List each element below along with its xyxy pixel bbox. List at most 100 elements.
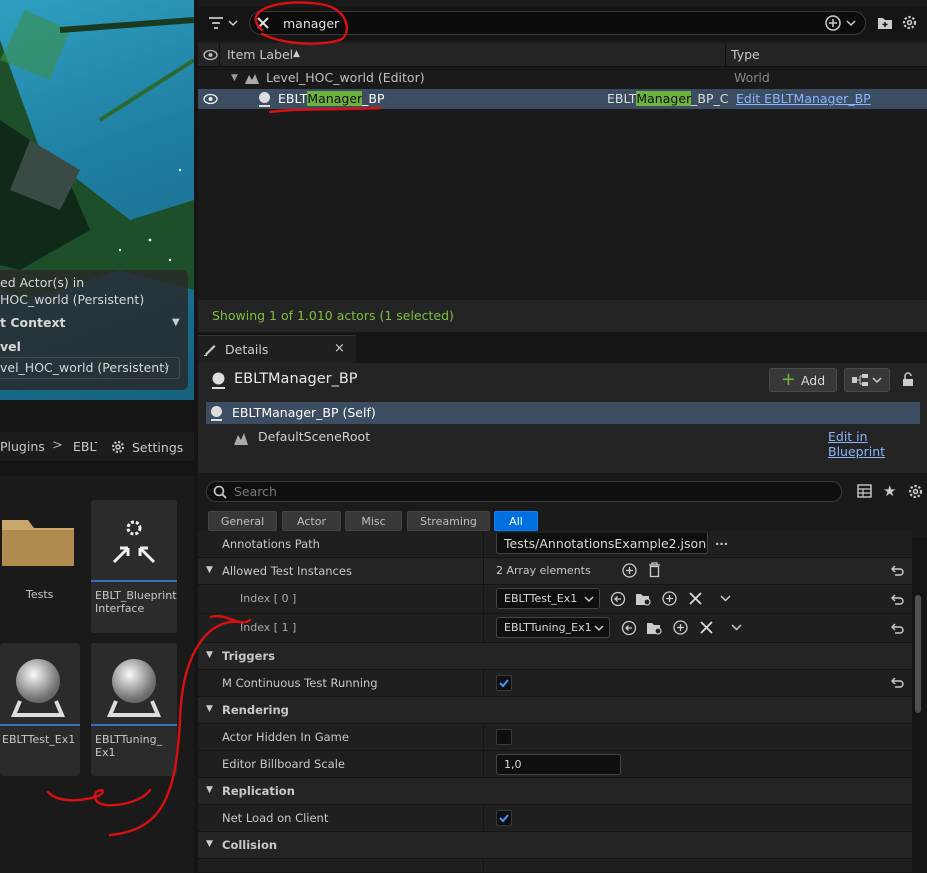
collapse-arrow-icon[interactable]: ▼ <box>206 565 213 575</box>
annotations-path-field[interactable]: Tests/AnnotationsExample2.json <box>496 533 708 554</box>
browse-asset-icon[interactable] <box>635 591 652 607</box>
prop-label: Index [ 0 ] <box>240 592 297 605</box>
breadcrumb-plugins[interactable]: Plugins <box>0 439 45 454</box>
component-self[interactable]: EBLTManager_BP (Self) <box>206 402 920 424</box>
details-search-input[interactable]: Search <box>206 481 842 502</box>
filter-general[interactable]: General <box>208 511 277 531</box>
asset-picker-combo[interactable]: EBLTTest_Ex1 <box>496 588 600 609</box>
insert-element-icon[interactable] <box>662 591 677 606</box>
blueprint-options-button[interactable] <box>844 368 890 392</box>
search-text[interactable]: manager <box>283 16 339 31</box>
overlay-line: ed Actor(s) in <box>0 275 85 290</box>
hidden-checkbox[interactable] <box>496 729 512 745</box>
overlay-line: t Context <box>0 315 66 330</box>
collapse-arrow-icon[interactable]: ▼ <box>206 785 213 795</box>
breadcrumb-eblt[interactable]: EBLT <box>73 439 97 454</box>
collapse-arrow-icon[interactable]: ▼ <box>206 650 213 660</box>
collapse-arrow-icon[interactable]: ▼ <box>206 839 213 849</box>
category-collision[interactable]: ▼ Collision <box>198 832 912 859</box>
category-replication[interactable]: ▼ Replication <box>198 778 912 805</box>
category-rendering[interactable]: ▼ Rendering <box>198 697 912 724</box>
add-component-button[interactable]: + Add <box>769 368 837 392</box>
prop-label: Allowed Test Instances <box>222 564 352 578</box>
asset-type-bar <box>0 724 80 726</box>
visibility-eye-icon[interactable] <box>203 93 218 105</box>
filter-button[interactable] <box>208 16 238 30</box>
chevron-down-icon[interactable] <box>720 593 731 603</box>
label-prefix: EBLT <box>278 91 308 106</box>
edit-blueprint-link[interactable]: Edit EBLTManager_BP <box>736 91 871 106</box>
actor-name: EBLTManager_BP <box>234 371 358 387</box>
clear-search-icon[interactable] <box>256 16 270 30</box>
filter-all[interactable]: All <box>494 511 538 531</box>
collapse-arrow-icon[interactable]: ▼ <box>231 73 238 83</box>
asset-tile-blueprint-interface[interactable]: EBLT_Blueprint Interface <box>91 500 177 633</box>
level-dropdown[interactable]: vel_HOC_world (Persistent) ⌵ <box>0 357 180 379</box>
plus-circle-icon <box>824 14 842 32</box>
chevron-down-icon[interactable]: ▼ <box>172 317 180 328</box>
trash-icon[interactable] <box>648 562 661 578</box>
prop-allowed-test-instances[interactable]: ▼ Allowed Test Instances 2 Array element… <box>198 558 912 585</box>
gear-icon[interactable] <box>901 14 918 31</box>
reset-to-default-icon[interactable] <box>890 593 904 607</box>
column-item-label[interactable]: Item Label <box>227 47 293 62</box>
chevron-down-icon <box>872 374 882 386</box>
details-header: EBLTManager_BP + Add EBLTManager_BP (Sel… <box>198 363 927 473</box>
visibility-eye-icon[interactable] <box>203 49 218 61</box>
component-label: DefaultSceneRoot <box>258 429 371 444</box>
edit-in-blueprint-link[interactable]: Edit in Blueprint <box>828 429 920 459</box>
overlay-line: HOC_world (Persistent) <box>0 292 145 307</box>
prop-label: Actor Hidden In Game <box>222 730 349 744</box>
browse-asset-icon[interactable] <box>646 620 663 636</box>
collapse-arrow-icon[interactable]: ▼ <box>206 704 213 714</box>
clear-icon[interactable] <box>700 621 713 634</box>
asset-tile-tests[interactable]: Tests <box>0 500 80 630</box>
filter-misc[interactable]: Misc <box>345 511 402 531</box>
category-triggers[interactable]: ▼ Triggers <box>198 643 912 670</box>
clear-icon[interactable] <box>689 592 702 605</box>
chevron-down-icon[interactable] <box>731 622 742 632</box>
gear-icon[interactable] <box>907 483 924 500</box>
close-tab-icon[interactable]: × <box>334 341 345 356</box>
asset-tile-ebltest[interactable]: EBLTTest_Ex1 <box>0 643 80 776</box>
net-load-checkbox[interactable] <box>496 810 512 826</box>
reset-to-default-icon[interactable] <box>890 676 904 690</box>
column-divider <box>725 43 726 67</box>
filter-actor[interactable]: Actor <box>282 511 341 531</box>
column-type[interactable]: Type <box>731 47 760 62</box>
property-scrollbar[interactable] <box>912 537 927 873</box>
use-selected-icon[interactable] <box>621 620 637 636</box>
filter-streaming[interactable]: Streaming <box>407 511 490 531</box>
prop-index-0: Index [ 0 ] EBLTTest_Ex1 <box>198 585 912 614</box>
asset-picker-combo[interactable]: EBLTTuning_Ex1 <box>496 617 610 638</box>
category-label: Triggers <box>222 649 275 663</box>
tab-label: Details <box>225 342 269 357</box>
continuous-checkbox[interactable] <box>496 675 512 691</box>
outliner-row-eblt-manager[interactable]: EBLTManager_BP EBLTManager_BP_C Edit EBL… <box>198 89 927 109</box>
table-view-icon[interactable] <box>857 484 872 498</box>
column-divider <box>483 670 484 697</box>
add-filter-button[interactable] <box>824 14 856 32</box>
browse-dots-icon[interactable]: ... <box>715 534 728 548</box>
new-folder-icon[interactable] <box>877 15 893 30</box>
use-selected-icon[interactable] <box>610 591 626 607</box>
reset-to-default-icon[interactable] <box>890 564 904 578</box>
insert-element-icon[interactable] <box>673 620 688 635</box>
tab-details[interactable]: Details × <box>198 335 356 363</box>
component-default-scene-root[interactable]: DefaultSceneRoot Edit in Blueprint <box>206 426 920 459</box>
lock-icon[interactable] <box>901 372 915 387</box>
column-divider <box>483 585 484 614</box>
outliner-row-world[interactable]: ▼ Level_HOC_world (Editor) World <box>198 67 927 89</box>
prop-index-1: Index [ 1 ] EBLTTuning_Ex1 <box>198 614 912 643</box>
star-icon[interactable]: ★ <box>883 482 896 500</box>
billboard-scale-input[interactable]: 1,0 <box>496 754 621 775</box>
reset-to-default-icon[interactable] <box>890 622 904 636</box>
outliner-search-field[interactable]: manager <box>249 11 866 35</box>
world-icon <box>245 72 259 84</box>
scrollbar-thumb[interactable] <box>915 595 921 713</box>
row-type: World <box>734 70 770 85</box>
prop-continuous-test-running: M Continuous Test Running <box>198 670 912 697</box>
asset-tile-eblttuning[interactable]: EBLTTuning_ Ex1 <box>91 643 177 776</box>
settings-button[interactable]: Settings <box>110 437 183 457</box>
add-element-icon[interactable] <box>622 563 637 578</box>
